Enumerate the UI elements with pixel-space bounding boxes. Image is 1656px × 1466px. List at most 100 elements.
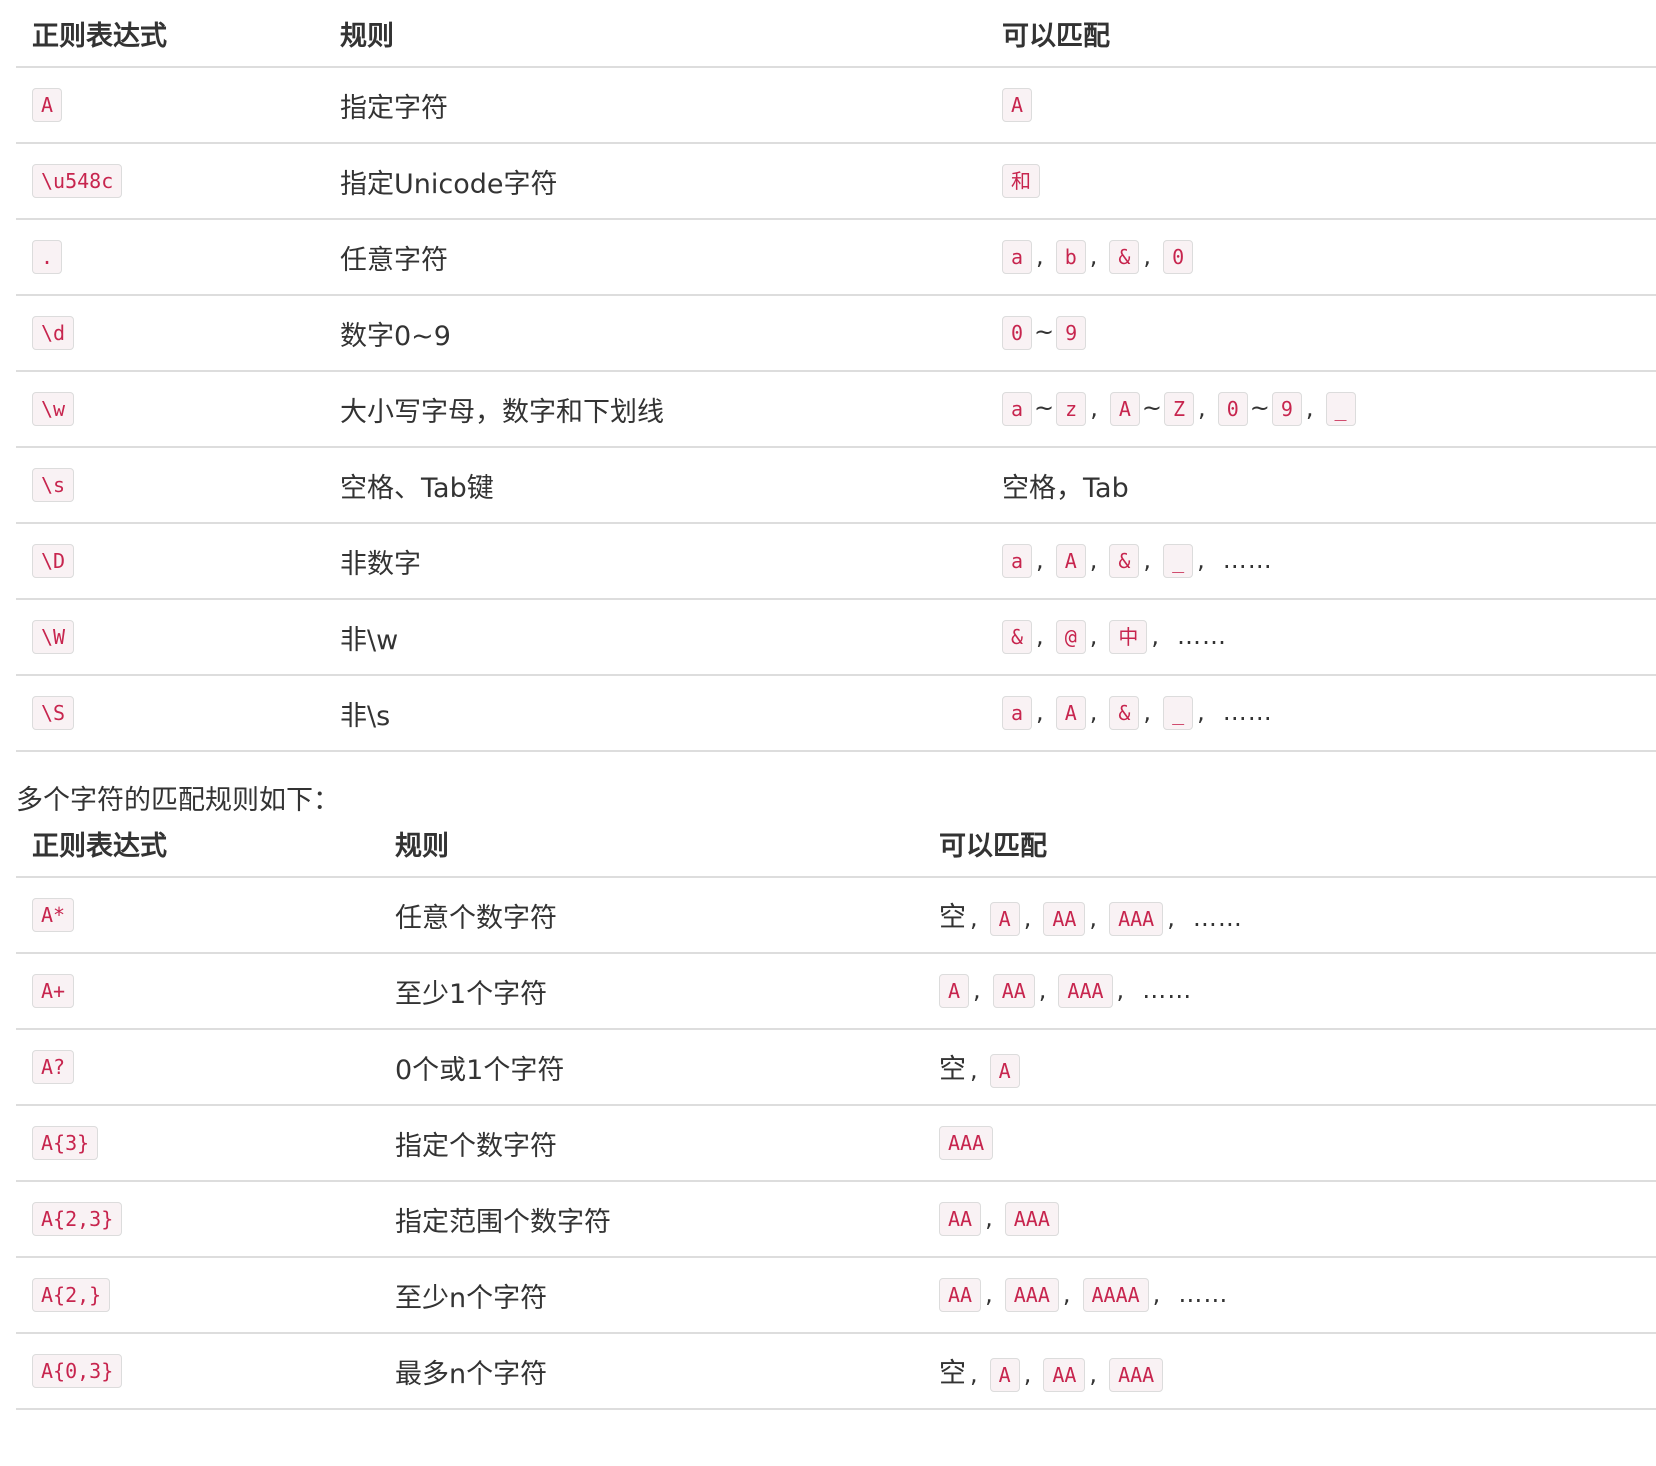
regex-code: \w (32, 392, 75, 426)
match-code: 中 (1109, 620, 1148, 654)
rule-cell: 指定范围个数字符 (379, 1181, 923, 1258)
single-char-table-body: A 指定字符 A \u548c 指定Unicode字符和. 任意字符 a, b, &, 0 \d 数字… (16, 67, 1656, 752)
regex-cell: A{3} (16, 1105, 379, 1182)
rule-cell: 最多n个字符 (379, 1333, 923, 1410)
match-comma: , (1089, 242, 1098, 270)
match-code: & (1109, 696, 1140, 730)
table-row: A? 0个或1个字符空, A (16, 1029, 1656, 1106)
match-code: A (989, 1053, 1020, 1088)
regex-cell: \S (16, 675, 324, 752)
table-row: \w 大小写字母，数字和下划线 a ~ z, A ~ Z, 0 ~9, _ (16, 371, 1656, 448)
matches-cell: a, b, &, 0 (986, 219, 1656, 296)
table-header-row: 正则表达式 规则 可以匹配 (16, 0, 1656, 68)
match-comma: , (985, 1204, 993, 1232)
match-code: AAA (1109, 901, 1164, 936)
match-code: AAAA (1082, 1278, 1149, 1312)
table-row: A+ 至少1个字符 A, AA, AAA,…… (16, 953, 1656, 1030)
document-page: 正则表达式 规则 可以匹配 A 指定字符 A \u548c 指定Unicode字符和. 任… (0, 0, 1656, 1466)
match-comma: , (1152, 1280, 1161, 1308)
match-code: AAA (939, 1126, 994, 1160)
match-comma: , (1197, 546, 1205, 574)
table-row: A{0,3} 最多n个字符空, A, AA, AAA (16, 1333, 1656, 1410)
match-ellipsis: …… (1222, 546, 1273, 574)
table-row: A{2,} 至少n个字符 AA, AAA, AAAA,…… (16, 1257, 1656, 1334)
regex-cell: \d (16, 295, 324, 372)
rule-cell: 至少n个字符 (379, 1257, 923, 1334)
regex-code: A{3} (32, 1126, 99, 1160)
matches-cell: 空, A, AA, AAA,…… (923, 877, 1656, 954)
rule-cell: 空格、Tab键 (324, 447, 986, 524)
regex-cell: . (16, 219, 324, 296)
match-code: a (1002, 392, 1033, 426)
matches-cell: a ~ z, A ~ Z, 0 ~9, _ (986, 371, 1656, 448)
match-comma: , (1036, 622, 1044, 650)
regex-code: A+ (32, 974, 75, 1008)
match-code: & (1109, 240, 1140, 274)
match-comma: , (1062, 1280, 1071, 1308)
regex-cell: \D (16, 523, 324, 600)
match-comma: , (970, 1359, 978, 1388)
regex-cell: A? (16, 1029, 379, 1106)
match-code: _ (1163, 544, 1194, 578)
match-comma: , (1036, 242, 1044, 270)
multi-char-table-body: A* 任意个数字符空, A, AA, AAA,…… A+ 至少1个字符 A, AA, AAA,……… (16, 877, 1656, 1410)
match-code: 0 (1163, 240, 1194, 274)
single-char-rules-table: 正则表达式 规则 可以匹配 A 指定字符 A \u548c 指定Unicode字符和. 任… (16, 0, 1656, 752)
matches-cell: AAA (923, 1105, 1656, 1182)
match-code: AA (992, 974, 1035, 1008)
header-regex: 正则表达式 (16, 0, 324, 68)
match-code: A (989, 1357, 1020, 1392)
table-row: \s 空格、Tab键 空格，Tab (16, 447, 1656, 524)
match-comma: , (1143, 698, 1152, 726)
table-row: A{3} 指定个数字符 AAA (16, 1105, 1656, 1182)
matches-cell: 0 ~9 (986, 295, 1656, 372)
match-code: @ (1055, 620, 1086, 654)
match-comma: , (985, 1280, 993, 1308)
match-tilde: ~ (1034, 394, 1055, 422)
matches-cell: &, @, 中,…… (986, 599, 1656, 676)
table-row: \S 非\s a, A, &, _,…… (16, 675, 1656, 752)
match-comma: , (1036, 698, 1044, 726)
match-comma: , (1036, 546, 1044, 574)
regex-code: A{2,3} (32, 1202, 123, 1236)
match-code: & (1002, 620, 1033, 654)
match-comma: , (1116, 976, 1125, 1004)
match-comma: , (1143, 242, 1152, 270)
regex-cell: A+ (16, 953, 379, 1030)
match-comma: , (1038, 976, 1047, 1004)
matches-cell: 空, A (923, 1029, 1656, 1106)
match-tilde: ~ (1141, 394, 1162, 422)
header-regex: 正则表达式 (16, 810, 379, 878)
match-comma: , (1089, 698, 1098, 726)
rule-cell: 非数字 (324, 523, 986, 600)
match-comma: , (973, 976, 981, 1004)
regex-cell: \w (16, 371, 324, 448)
rule-cell: 数字0~9 (324, 295, 986, 372)
match-ellipsis: …… (1178, 1280, 1229, 1308)
match-code: AAA (1004, 1278, 1059, 1312)
matches-cell: AA, AAA (923, 1181, 1656, 1258)
table-row: A* 任意个数字符空, A, AA, AAA,…… (16, 877, 1656, 954)
regex-code: \S (32, 696, 75, 730)
match-ellipsis: …… (1177, 622, 1228, 650)
match-comma: , (1089, 546, 1098, 574)
match-code: AAA (1109, 1357, 1164, 1392)
multi-char-table-container: 正则表达式 规则 可以匹配 A* 任意个数字符空, A, AA, AAA,…… A+ 至少1… (16, 810, 1656, 1410)
regex-code: \d (32, 316, 75, 350)
rule-cell: 大小写字母，数字和下划线 (324, 371, 986, 448)
match-code: A (1055, 544, 1086, 578)
header-rule: 规则 (324, 0, 986, 68)
regex-cell: A{2,3} (16, 1181, 379, 1258)
rule-cell: 至少1个字符 (379, 953, 923, 1030)
match-code: A (1002, 88, 1033, 122)
regex-code: A (32, 88, 63, 122)
header-rule: 规则 (379, 810, 923, 878)
matches-cell: A (986, 67, 1656, 144)
match-code: _ (1325, 392, 1356, 426)
table-row: \u548c 指定Unicode字符和 (16, 143, 1656, 220)
match-text: 空格，Tab (1002, 472, 1129, 504)
match-code: a (1002, 544, 1033, 578)
match-code: 9 (1271, 392, 1302, 426)
rule-cell: 0个或1个字符 (379, 1029, 923, 1106)
rule-cell: 指定个数字符 (379, 1105, 923, 1182)
